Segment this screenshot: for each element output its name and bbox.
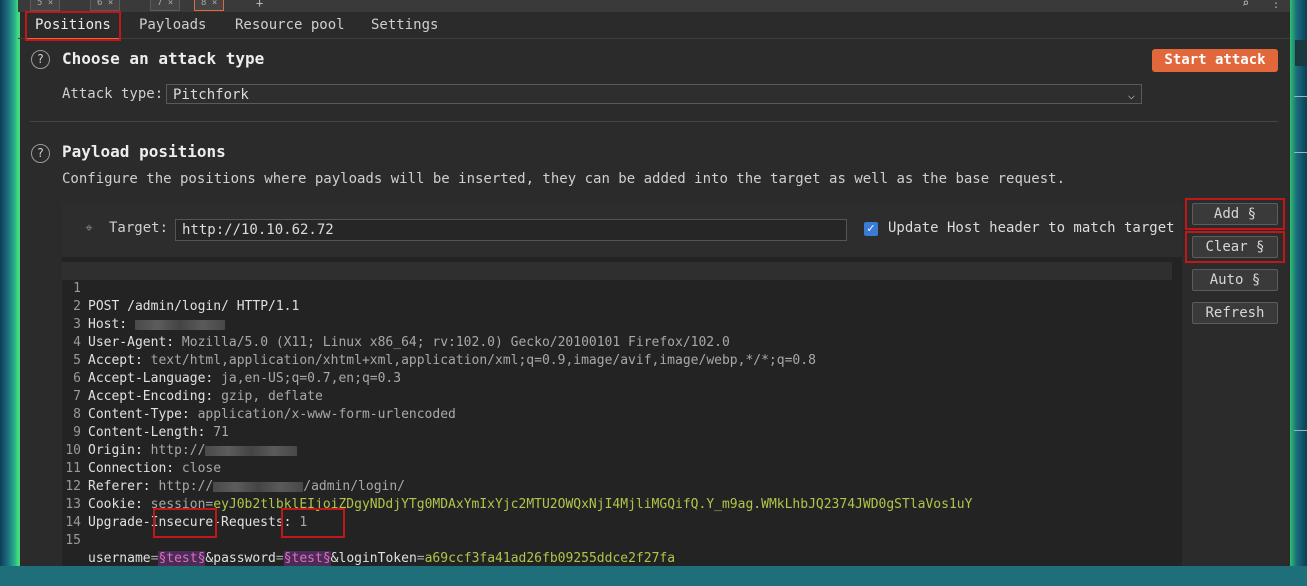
request-line: 2 Host:: [62, 280, 1172, 332]
attack-type-label: Attack type:: [62, 86, 164, 102]
refresh-button[interactable]: Refresh: [1192, 302, 1278, 324]
crosshair-icon: ⌖: [85, 221, 93, 236]
request-editor[interactable]: 1 POST /admin/login/ HTTP/1.1 2 Host: 3 …: [62, 257, 1182, 566]
request-line: 1 POST /admin/login/ HTTP/1.1: [62, 262, 1172, 314]
attack-tab-strip: 5 × 6 × 7 × 8 × + ⌕ ⋮: [18, 0, 1290, 12]
target-bar: ⌖ Target: http://10.10.62.72 ✓ Update Ho…: [62, 203, 1182, 257]
param-value: a69ccf3fa41ad26fb09255ddce2f27fa: [424, 551, 676, 566]
right-edge-line: [1294, 152, 1307, 153]
request-line: 15 username=§test§&password=§test§&login…: [62, 514, 1172, 566]
line-number: 15: [65, 533, 81, 548]
chevron-down-icon: ⌵: [1127, 88, 1135, 102]
request-line: 8 Content-Length: 71: [62, 388, 1172, 440]
new-tab-icon[interactable]: +: [256, 0, 263, 10]
right-edge-widget: [1295, 40, 1307, 66]
request-line: 4 Accept: text/html,application/xhtml+xm…: [62, 316, 1172, 368]
request-line: 3 User-Agent: Mozilla/5.0 (X11; Linux x8…: [62, 298, 1172, 350]
request-line: 5 Accept-Language: ja,en-US;q=0.7,en;q=0…: [62, 334, 1172, 386]
tab-settings[interactable]: Settings: [363, 12, 446, 38]
request-line: 7 Content-Type: application/x-www-form-u…: [62, 370, 1172, 422]
update-host-checkbox[interactable]: ✓: [864, 222, 878, 236]
payload-positions-description: Configure the positions where payloads w…: [62, 171, 1066, 187]
start-attack-button[interactable]: Start attack: [1152, 49, 1278, 72]
attack-type-select[interactable]: Pitchfork ⌵: [166, 84, 1142, 104]
right-edge-line: [1294, 430, 1307, 431]
ampersand: &: [330, 551, 339, 566]
request-panel: ⌖ Target: http://10.10.62.72 ✓ Update Ho…: [62, 203, 1182, 566]
right-edge-line: [1294, 96, 1307, 97]
auto-markers-button[interactable]: Auto §: [1192, 269, 1278, 291]
attack-type-title: Choose an attack type: [62, 49, 265, 68]
equals-sign: =: [416, 551, 425, 566]
desktop-right-edge: [1290, 0, 1307, 566]
highlight-box: [1185, 231, 1285, 263]
equals-sign: =: [275, 551, 284, 566]
intruder-subtabs: Positions Payloads Resource pool Setting…: [18, 11, 1290, 41]
help-icon[interactable]: ?: [31, 50, 50, 69]
more-menu-icon[interactable]: ⋮: [1270, 0, 1282, 10]
payload-marker[interactable]: §test§: [158, 551, 206, 566]
attack-tab[interactable]: 6 ×: [90, 0, 121, 11]
request-line: 11 Referer: http:///admin/login/: [62, 442, 1172, 494]
attack-tab-active[interactable]: 8 ×: [194, 0, 225, 11]
highlight-box: [281, 508, 345, 538]
param-name: username: [88, 551, 151, 566]
tab-payloads[interactable]: Payloads: [131, 12, 214, 38]
help-icon[interactable]: ?: [31, 144, 50, 163]
intruder-window: 5 × 6 × 7 × 8 × + ⌕ ⋮ Positions Payloads…: [18, 0, 1290, 566]
request-line: 12 Cookie: session=eyJ0b2tlbklEIjoiZDgyN…: [62, 460, 1172, 512]
tab-positions-label: Positions: [35, 17, 111, 33]
request-line: 13 Upgrade-Insecure-Requests: 1: [62, 478, 1172, 530]
target-label: Target:: [109, 220, 169, 236]
payload-marker[interactable]: §test§: [283, 551, 331, 566]
highlight-box: [153, 508, 217, 538]
tab-resource-pool[interactable]: Resource pool: [227, 12, 353, 38]
desktop-left-edge: [0, 0, 18, 566]
tab-positions[interactable]: Positions: [25, 11, 121, 41]
highlight-box: [1185, 198, 1285, 230]
attack-tab[interactable]: 5 ×: [30, 0, 61, 11]
section-divider: [30, 121, 1278, 122]
target-input[interactable]: http://10.10.62.72: [175, 219, 847, 241]
payload-positions-title: Payload positions: [62, 142, 226, 161]
param-name: loginToken: [338, 551, 417, 566]
param-name: password: [213, 551, 276, 566]
update-host-label: Update Host header to match target: [888, 220, 1175, 236]
request-line: 14: [62, 496, 1172, 530]
request-line: 9 Origin: http://: [62, 406, 1172, 458]
search-icon[interactable]: ⌕: [1242, 0, 1249, 10]
attack-type-value: Pitchfork: [173, 87, 249, 103]
request-line: 6 Accept-Encoding: gzip, deflate: [62, 352, 1172, 404]
request-line: 10 Connection: close: [62, 424, 1172, 476]
line-code: username=§test§&password=§test§&loginTok…: [88, 550, 675, 568]
attack-tab[interactable]: 7 ×: [150, 0, 181, 11]
